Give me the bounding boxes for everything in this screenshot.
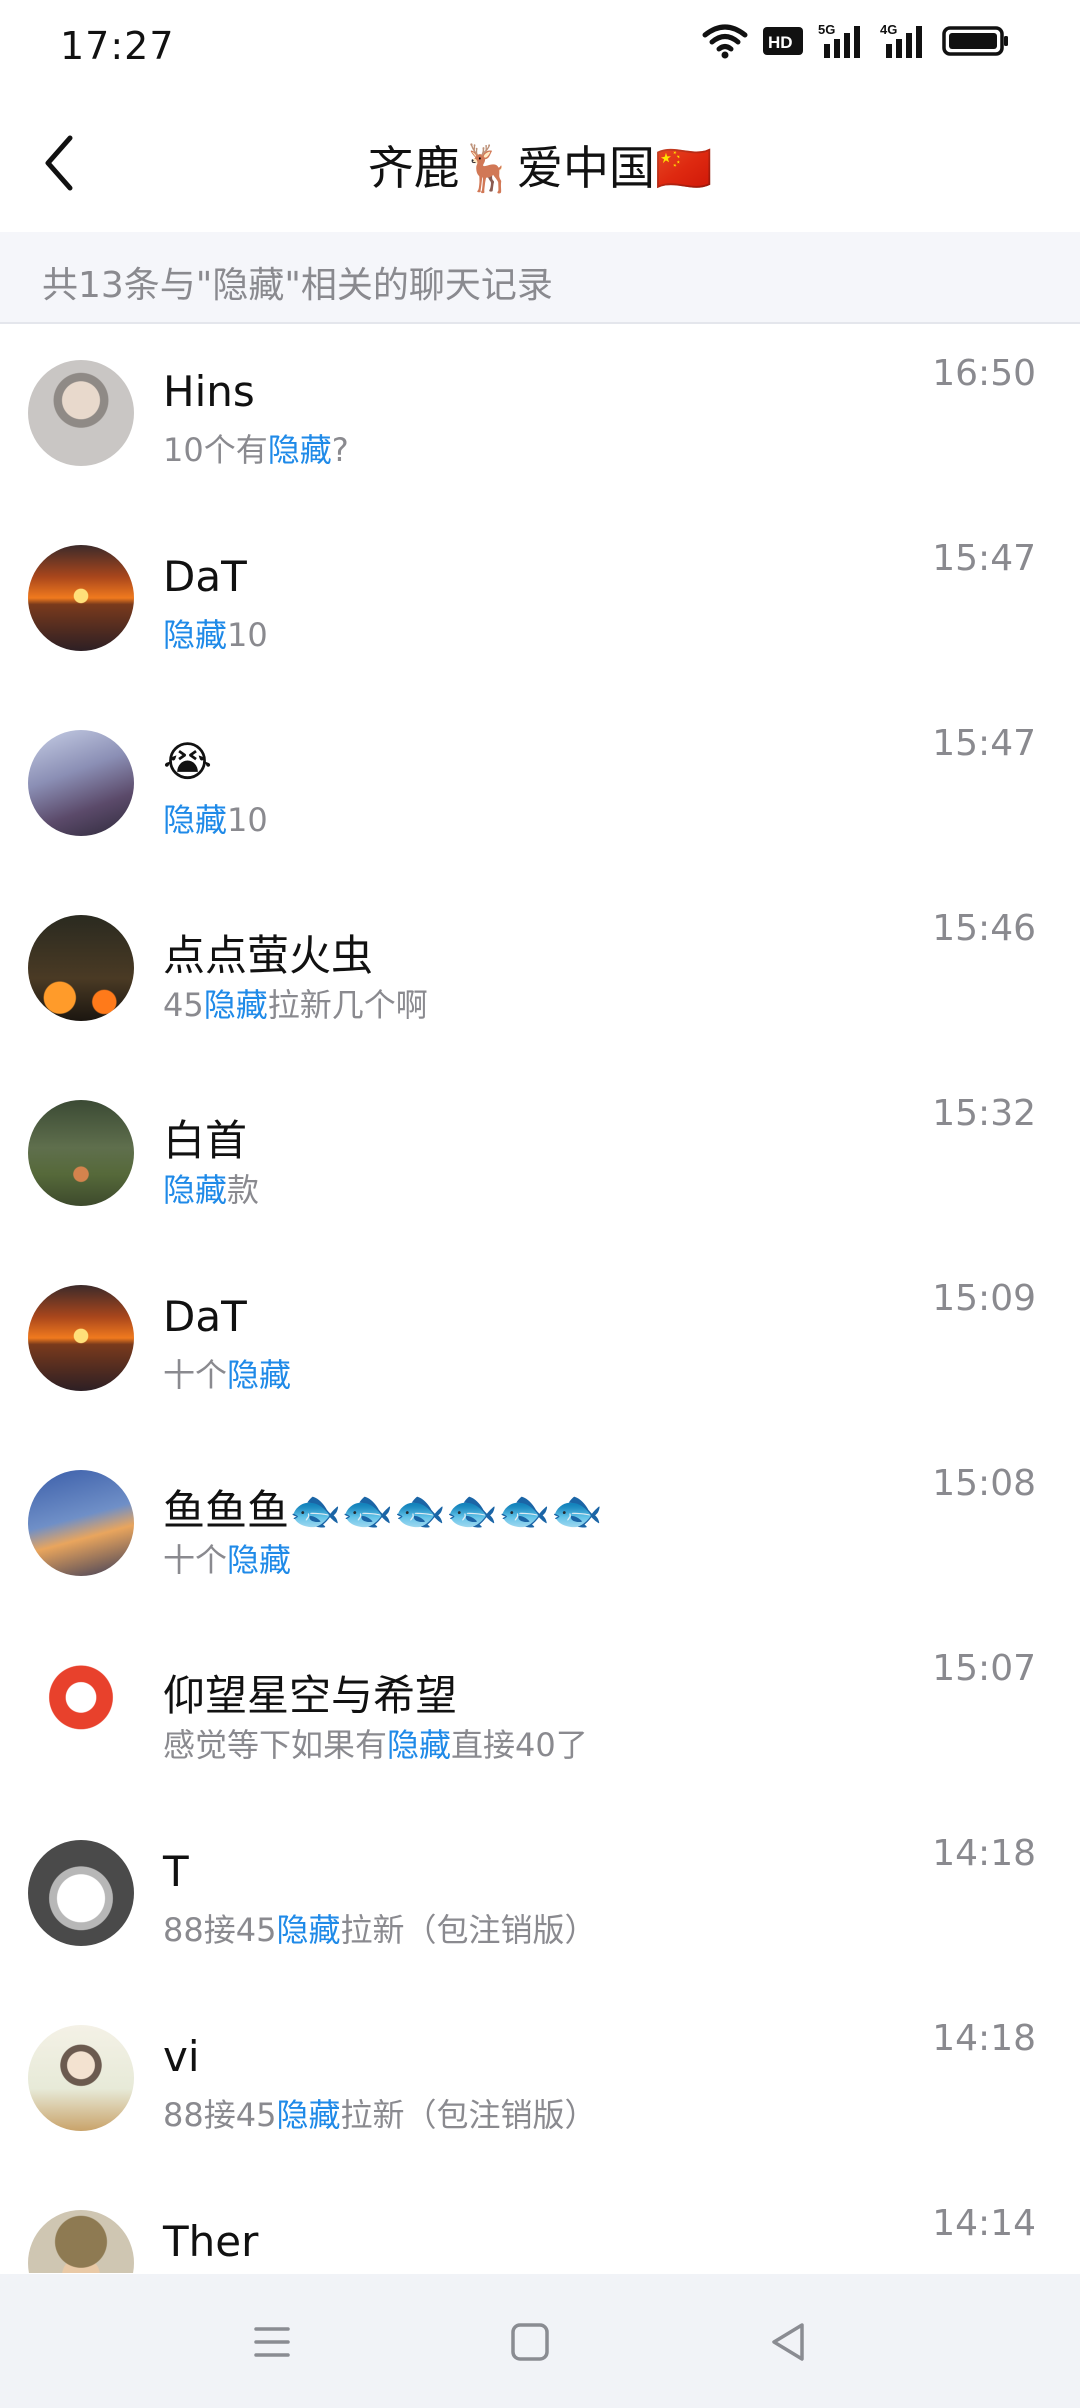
message-time: 14:18	[932, 1833, 1036, 1874]
search-result-row[interactable]: 点点萤火虫 45隐藏拉新几个啊 15:46	[0, 878, 1080, 1063]
search-result-row[interactable]: 鱼鱼鱼🐟🐟🐟🐟🐟🐟 十个隐藏 15:08	[0, 1433, 1080, 1618]
message-snippet: 10个有隐藏?	[163, 425, 349, 471]
message-snippet: 88接45隐藏拉新（包注销版）	[163, 2090, 596, 2136]
keyword-highlight: 隐藏	[227, 1541, 292, 1579]
hd-label: HD	[768, 33, 793, 52]
message-time: 15:32	[932, 1093, 1036, 1134]
snippet-suffix: 10	[227, 801, 268, 839]
5g-signal-icon: 5G	[818, 22, 860, 58]
snippet-prefix: 88接45	[163, 2096, 277, 2134]
keyword-highlight: 隐藏	[387, 1726, 452, 1764]
snippet-suffix: 拉新（包注销版）	[340, 1911, 597, 1949]
snippet-suffix: 拉新（包注销版）	[340, 2096, 597, 2134]
contact-name: 仰望星空与希望	[163, 1671, 458, 1720]
avatar[interactable]	[28, 1655, 134, 1761]
search-summary-bar: 共13条与"隐藏"相关的聊天记录	[0, 232, 1080, 324]
chat-header: 齐鹿🦌爱中国🇨🇳	[0, 96, 1080, 232]
message-snippet: 十个隐藏	[163, 1350, 291, 1396]
keyword-highlight: 隐藏	[163, 616, 228, 654]
5g-label: 5G	[818, 22, 835, 37]
chat-title: 齐鹿🦌爱中国🇨🇳	[367, 141, 713, 195]
message-time: 15:47	[932, 538, 1036, 579]
message-time: 15:47	[932, 723, 1036, 764]
message-time: 15:08	[932, 1463, 1036, 1504]
search-result-row[interactable]: 白首 隐藏款 15:32	[0, 1063, 1080, 1248]
contact-name: 😭	[163, 737, 213, 786]
search-summary: 共13条与"隐藏"相关的聊天记录	[42, 265, 553, 306]
message-time: 15:07	[932, 1648, 1036, 1689]
search-result-row[interactable]: vi 88接45隐藏拉新（包注销版） 14:18	[0, 1988, 1080, 2173]
battery-icon	[942, 26, 1008, 56]
snippet-prefix: 十个	[163, 1356, 228, 1394]
4g-signal-icon: 4G	[880, 22, 922, 58]
message-snippet: 隐藏款	[163, 1165, 259, 1211]
message-time: 15:09	[932, 1278, 1036, 1319]
contact-name: Ther	[163, 2217, 259, 2266]
contact-name: DaT	[163, 1292, 247, 1341]
search-results-list[interactable]: Hins 10个有隐藏? 16:50 DaT 隐藏10 15:47 😭 隐藏10 15:47 点点…	[0, 323, 1080, 2273]
message-time: 15:46	[932, 908, 1036, 949]
contact-name: T	[163, 1847, 189, 1896]
message-snippet: 88接45隐藏拉新（包注销版）	[163, 1905, 596, 1951]
home-square-icon[interactable]	[506, 2318, 554, 2366]
snippet-prefix: 10个有	[163, 431, 268, 469]
wifi-icon	[702, 24, 748, 59]
keyword-highlight: 隐藏	[276, 2096, 341, 2134]
avatar[interactable]	[28, 2210, 134, 2273]
avatar[interactable]	[28, 1840, 134, 1946]
snippet-suffix: 10	[227, 616, 268, 654]
contact-name: vi	[163, 2032, 200, 2081]
keyword-highlight: 隐藏	[267, 431, 332, 469]
keyword-highlight: 隐藏	[227, 1356, 292, 1394]
snippet-prefix: 感觉等下如果有	[163, 1726, 388, 1764]
message-snippet: 45隐藏拉新几个啊	[163, 980, 428, 1026]
contact-name: 点点萤火虫	[163, 931, 374, 980]
system-nav-bar	[0, 2274, 1080, 2408]
keyword-highlight: 隐藏	[163, 801, 228, 839]
status-time: 17:27	[60, 24, 175, 68]
snippet-suffix: 款	[227, 1171, 260, 1209]
contact-name: 鱼鱼鱼🐟🐟🐟🐟🐟🐟	[163, 1486, 603, 1535]
avatar[interactable]	[28, 545, 134, 651]
keyword-highlight: 隐藏	[163, 1171, 228, 1209]
avatar[interactable]	[28, 1100, 134, 1206]
snippet-prefix: 88接45	[163, 1911, 277, 1949]
message-time: 16:50	[932, 353, 1036, 394]
search-result-row[interactable]: T 88接45隐藏拉新（包注销版） 14:18	[0, 1803, 1080, 1988]
snippet-suffix: 拉新几个啊	[267, 986, 428, 1024]
contact-name: DaT	[163, 552, 247, 601]
contact-name: Hins	[163, 367, 255, 416]
search-result-row[interactable]: 仰望星空与希望 感觉等下如果有隐藏直接40了 15:07	[0, 1618, 1080, 1803]
message-snippet: 隐藏10	[163, 795, 268, 841]
avatar[interactable]	[28, 360, 134, 466]
search-result-row[interactable]: DaT 隐藏10 15:47	[0, 508, 1080, 693]
snippet-prefix: 45	[163, 986, 204, 1024]
search-result-row[interactable]: Ther 14:14	[0, 2173, 1080, 2273]
avatar[interactable]	[28, 730, 134, 836]
hd-icon: HD	[763, 27, 803, 55]
snippet-suffix: 直接40了	[451, 1726, 588, 1764]
search-result-row[interactable]: 😭 隐藏10 15:47	[0, 693, 1080, 878]
avatar[interactable]	[28, 1285, 134, 1391]
snippet-prefix: 十个	[163, 1541, 228, 1579]
search-result-row[interactable]: Hins 10个有隐藏? 16:50	[0, 323, 1080, 508]
contact-name: 白首	[163, 1116, 248, 1165]
status-icons: HD 5G 4G	[702, 22, 1010, 60]
4g-label: 4G	[880, 22, 897, 37]
avatar[interactable]	[28, 1470, 134, 1576]
status-bar: 17:27 HD 5G 4G	[0, 0, 1080, 96]
message-snippet: 隐藏10	[163, 610, 268, 656]
back-triangle-icon[interactable]	[764, 2318, 812, 2366]
message-time: 14:18	[932, 2018, 1036, 2059]
avatar[interactable]	[28, 915, 134, 1021]
keyword-highlight: 隐藏	[203, 986, 268, 1024]
menu-icon[interactable]	[248, 2318, 296, 2366]
search-result-row[interactable]: DaT 十个隐藏 15:09	[0, 1248, 1080, 1433]
snippet-suffix: ?	[331, 431, 349, 469]
keyword-highlight: 隐藏	[276, 1911, 341, 1949]
message-snippet: 十个隐藏	[163, 1535, 291, 1581]
message-time: 14:14	[932, 2203, 1036, 2244]
avatar[interactable]	[28, 2025, 134, 2131]
message-snippet: 感觉等下如果有隐藏直接40了	[163, 1720, 588, 1766]
